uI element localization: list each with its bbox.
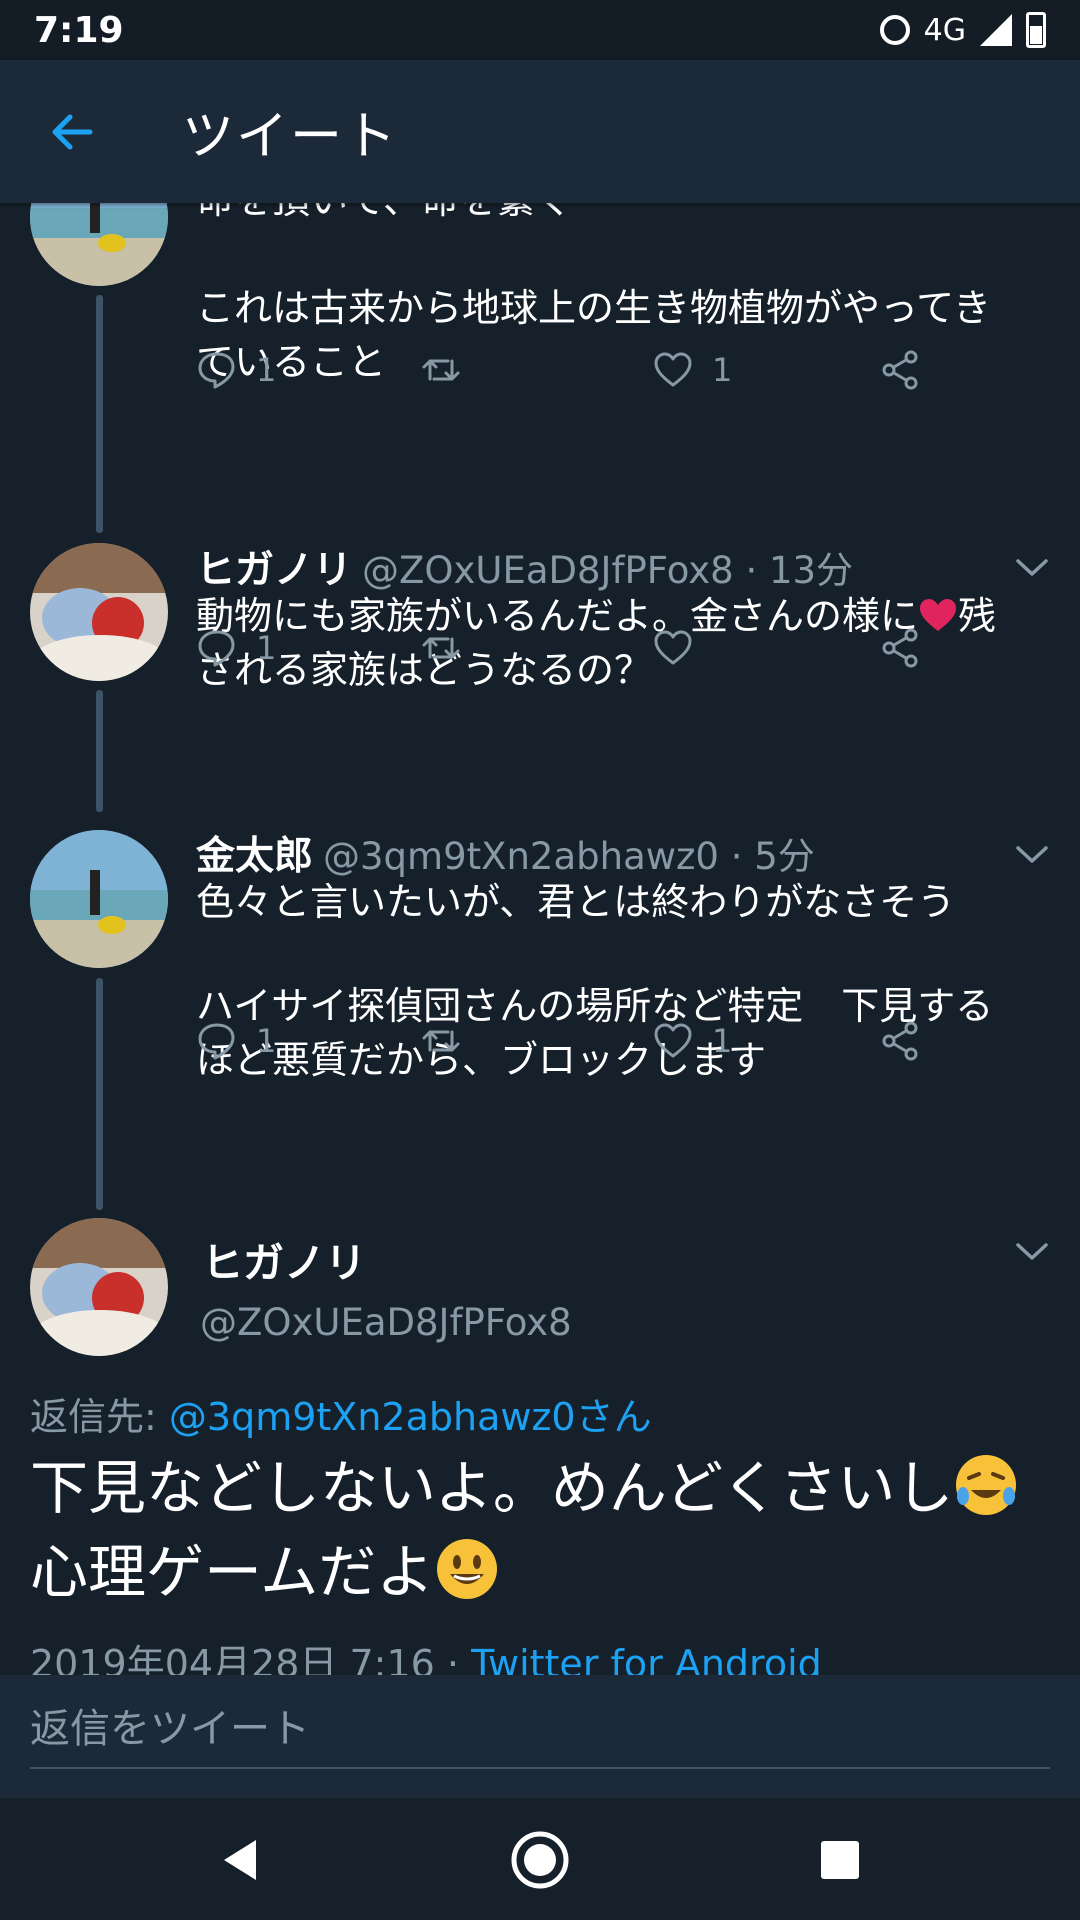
- nav-home-icon[interactable]: [508, 1828, 572, 1892]
- conversation-thread[interactable]: 命を頂いて、命を繋ぐ これは古来から地球上の生き物植物がやってき ていること 1…: [0, 203, 1080, 1675]
- author-handle[interactable]: @ZOxUEaD8JfPFox8: [200, 1301, 572, 1344]
- author-name[interactable]: ヒガノリ: [202, 1229, 366, 1289]
- status-time: 7:19: [34, 9, 124, 51]
- back-arrow-icon[interactable]: [46, 106, 98, 158]
- nav-back-icon[interactable]: [208, 1828, 272, 1892]
- tweet-timestamp: 2019年04月28日 7:16 · Twitter for Android: [30, 1633, 822, 1675]
- reply-input[interactable]: 返信をツイート: [30, 1689, 1050, 1769]
- source-link[interactable]: Twitter for Android: [471, 1642, 822, 1675]
- alarm-icon: [879, 15, 910, 45]
- main-tweet: ヒガノリ @ZOxUEaD8JfPFox8 返信先: @3qm9tXn2abha…: [0, 203, 1080, 1675]
- reply-mention-link[interactable]: @3qm9tXn2abhawz0さん: [169, 1395, 652, 1439]
- network-type: 4G: [923, 12, 966, 48]
- reply-to: 返信先: @3qm9tXn2abhawz0さん: [30, 1395, 652, 1439]
- main-tweet-text: 下見などしないよ。めんどくさいし 心理ゲームだよ: [30, 1446, 1060, 1614]
- signal-icon: [980, 14, 1012, 46]
- page-title: ツイート: [182, 107, 399, 167]
- nav-recents-icon[interactable]: [808, 1828, 872, 1892]
- reply-composer: 返信をツイート: [0, 1675, 1080, 1798]
- battery-icon: [1026, 12, 1046, 48]
- smiley-emoji-icon: [437, 1539, 498, 1599]
- status-bar: 7:19 4G: [0, 0, 1080, 60]
- system-nav-bar: [0, 1798, 1080, 1920]
- rofl-emoji-icon: [956, 1455, 1017, 1515]
- app-bar: ツイート: [0, 60, 1080, 203]
